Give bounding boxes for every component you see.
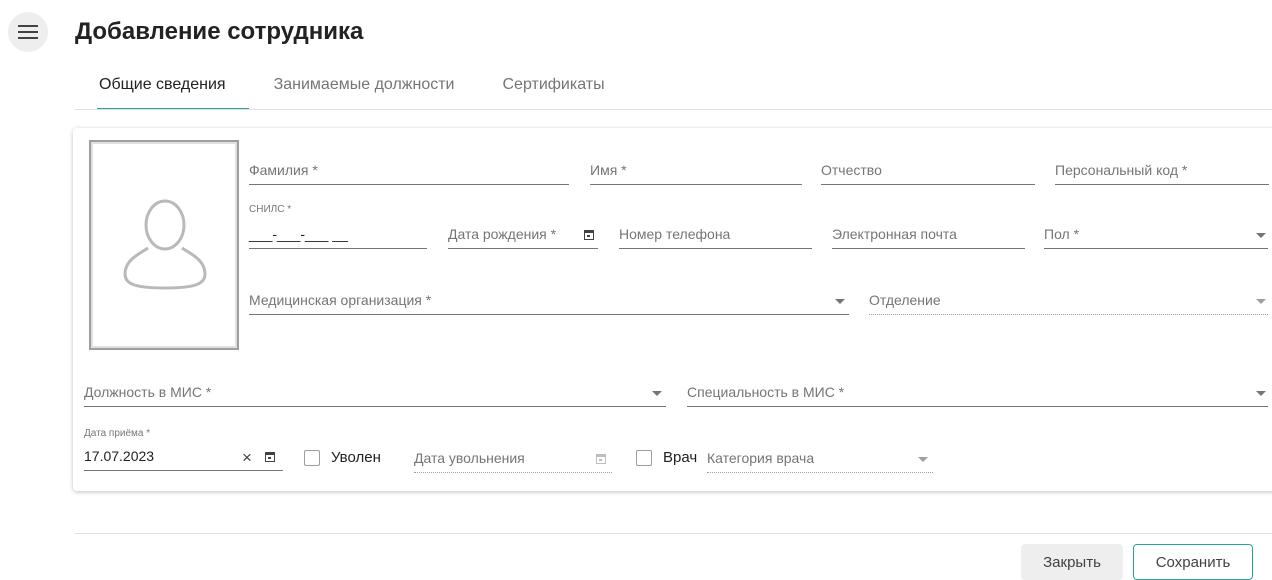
hamburger-icon [18, 25, 38, 39]
phone-label: Номер телефона [619, 226, 731, 242]
med-org-select[interactable]: Медицинская организация * [249, 288, 849, 315]
doctor-category-label: Категория врача [707, 450, 815, 466]
email-field[interactable]: Электронная почта [832, 222, 1025, 249]
phone-field[interactable]: Номер телефона [619, 222, 812, 249]
last-name-label: Фамилия * [249, 162, 318, 178]
specialty-mis-label: Специальность в МИС * [687, 384, 845, 400]
clear-icon[interactable]: × [242, 448, 252, 468]
hire-date-field[interactable]: Дата приёма * 17.07.2023 × [84, 428, 283, 471]
gender-label: Пол * [1044, 226, 1080, 242]
tab-certificates[interactable]: Сертификаты [503, 70, 605, 108]
gender-select[interactable]: Пол * [1044, 222, 1268, 249]
fire-date-label: Дата увольнения [414, 450, 525, 466]
doctor-label: Врач [663, 449, 698, 466]
middle-name-field[interactable]: Отчество [821, 158, 1035, 185]
chevron-down-icon [1256, 299, 1266, 304]
tab-bar: Общие сведения Занимаемые должности Серт… [75, 70, 605, 110]
doctor-checkbox[interactable] [636, 450, 652, 466]
chevron-down-icon [835, 299, 845, 304]
first-name-field[interactable]: Имя * [590, 158, 802, 185]
chevron-down-icon [918, 457, 928, 462]
fired-checkbox[interactable] [304, 450, 320, 466]
chevron-down-icon [652, 391, 662, 396]
calendar-icon[interactable] [265, 452, 275, 462]
first-name-label: Имя * [590, 162, 627, 178]
snils-label: СНИЛС * [249, 204, 292, 215]
middle-name-label: Отчество [821, 162, 882, 178]
last-name-field[interactable]: Фамилия * [249, 158, 569, 185]
med-org-label: Медицинская организация * [249, 292, 432, 308]
birth-date-label: Дата рождения * [448, 226, 557, 242]
calendar-icon[interactable] [584, 230, 594, 240]
chevron-down-icon [1256, 391, 1266, 396]
personal-code-field[interactable]: Персональный код * [1055, 158, 1269, 185]
chevron-down-icon [1256, 233, 1266, 238]
calendar-icon [596, 454, 606, 464]
close-button[interactable]: Закрыть [1021, 544, 1123, 580]
hire-date-value: 17.07.2023 [84, 448, 155, 464]
menu-button[interactable] [8, 12, 48, 52]
tab-positions[interactable]: Занимаемые должности [274, 70, 455, 108]
personal-code-label: Персональный код * [1055, 162, 1188, 178]
save-button[interactable]: Сохранить [1133, 544, 1253, 580]
birth-date-field[interactable]: Дата рождения * [448, 222, 598, 249]
fire-date-field[interactable]: Дата увольнения [414, 446, 612, 473]
position-mis-select[interactable]: Должность в МИС * [84, 380, 666, 407]
tab-general[interactable]: Общие сведения [97, 70, 249, 110]
photo-placeholder[interactable] [89, 140, 239, 350]
footer-divider [75, 533, 1272, 534]
department-label: Отделение [869, 292, 941, 308]
position-mis-label: Должность в МИС * [84, 384, 212, 400]
specialty-mis-select[interactable]: Специальность в МИС * [687, 380, 1268, 407]
snils-field[interactable]: СНИЛС * ___-___-___ __ [249, 204, 427, 249]
department-select[interactable]: Отделение [869, 288, 1268, 315]
tabs-divider [75, 109, 1272, 110]
user-avatar-icon [123, 199, 207, 290]
snils-value: ___-___-___ __ [249, 226, 348, 242]
doctor-category-select[interactable]: Категория врача [707, 446, 933, 473]
fired-label: Уволен [331, 449, 381, 466]
email-label: Электронная почта [832, 226, 957, 242]
page-title: Добавление сотрудника [75, 18, 364, 45]
hire-date-label: Дата приёма * [84, 428, 151, 439]
